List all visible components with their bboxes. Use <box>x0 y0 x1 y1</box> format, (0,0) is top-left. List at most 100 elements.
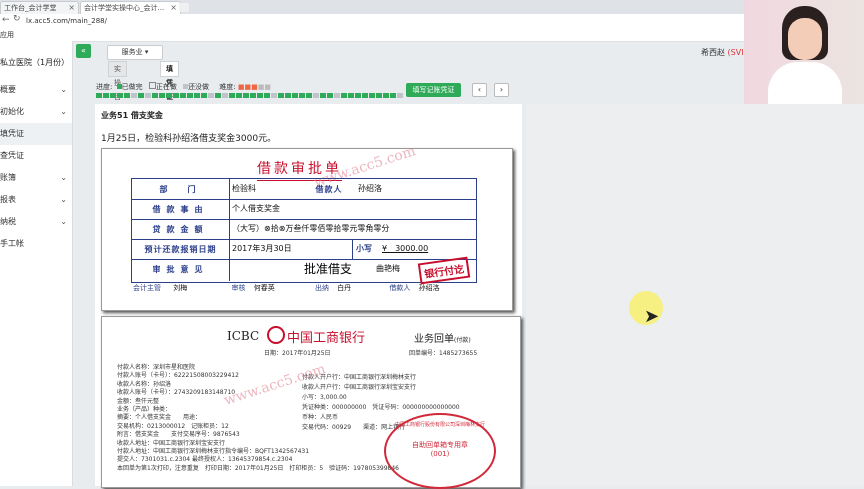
progress-cell[interactable] <box>110 93 116 98</box>
progress-cell[interactable] <box>124 93 130 98</box>
progress-cell[interactable] <box>334 93 340 98</box>
progress-cell[interactable] <box>243 93 249 98</box>
progress-cell[interactable] <box>103 93 109 98</box>
progress-cell[interactable] <box>215 93 221 98</box>
sidebar-item-label: 账簿 <box>0 173 16 182</box>
progress-cell[interactable] <box>201 93 207 98</box>
chevron-down-icon: ⌄ <box>60 173 67 182</box>
receipt-line: 收款人地址：中国工商银行深圳宝安支行 <box>117 439 226 447</box>
progress-cell[interactable] <box>131 93 137 98</box>
progress-cell[interactable] <box>341 93 347 98</box>
progress-cell[interactable] <box>229 93 235 98</box>
progress-cell[interactable] <box>250 93 256 98</box>
chevron-down-icon: ⌄ <box>60 107 67 116</box>
browser-tab-practice[interactable]: 会计学堂实操中心_会计... × <box>80 1 181 15</box>
dept-label: 部 门 <box>159 184 202 194</box>
progress-cell[interactable] <box>222 93 228 98</box>
progress-cell[interactable] <box>96 93 102 98</box>
close-icon[interactable]: × <box>68 2 75 14</box>
progress-cell[interactable] <box>376 93 382 98</box>
progress-cell[interactable] <box>355 93 361 98</box>
progress-cell[interactable] <box>159 93 165 98</box>
progress-cell[interactable] <box>180 93 186 98</box>
back-icon[interactable]: ← <box>2 15 10 25</box>
doing-swatch <box>148 82 156 89</box>
progress-cell[interactable] <box>271 93 277 98</box>
progress-cell[interactable] <box>187 93 193 98</box>
progress-cell[interactable] <box>208 93 214 98</box>
sidebar-item-query-voucher[interactable]: 查凭证 <box>0 145 72 167</box>
progress-cell[interactable] <box>145 93 151 98</box>
progress-cell[interactable] <box>327 93 333 98</box>
url-text[interactable]: lx.acc5.com/main_288/ <box>26 17 107 25</box>
receipt-title-sub: (付款) <box>454 337 471 344</box>
progress-cell[interactable] <box>383 93 389 98</box>
progress-cell[interactable] <box>320 93 326 98</box>
progress-cell[interactable] <box>285 93 291 98</box>
loan-row-date: 预计还款报销日期 2017年3月30日 小写 ¥ 3000.00 <box>132 239 476 260</box>
loan-table: 部 门 检验科 借款人 孙绍洛 借款事由 个人借支奖金 贷款金额 （大写）⊗拾⊗… <box>131 178 477 285</box>
legend-done: 已做完 <box>121 83 143 91</box>
progress-cell[interactable] <box>236 93 242 98</box>
sidebar-item-tax[interactable]: 纳税 ⌄ <box>0 211 72 233</box>
progress-cell[interactable] <box>313 93 319 98</box>
prev-button[interactable]: ‹ <box>472 83 487 97</box>
receipt-right-line: 小写：3,000.00 <box>302 394 347 401</box>
sidebar: 私立医院（1月份） 概要 ⌄ 初始化 ⌄ 填凭证 查凭证 账簿 ⌄ 报表 ⌄ 纳税 ⌄ 手… <box>0 41 73 486</box>
difficulty-label: 难度: <box>219 83 236 91</box>
progress-cell[interactable] <box>292 93 298 98</box>
presenter-webcam <box>744 0 864 104</box>
progress-cell[interactable] <box>348 93 354 98</box>
progress-cell[interactable] <box>299 93 305 98</box>
progress-cell[interactable] <box>152 93 158 98</box>
blank-area <box>526 104 864 486</box>
table-divider <box>352 239 353 259</box>
presenter-coat <box>768 62 842 104</box>
reload-icon[interactable]: ↻ <box>13 14 21 24</box>
tab-catalog-tree[interactable]: 实操目录树 <box>108 61 127 129</box>
dept-value: 检验科 <box>232 184 256 193</box>
seal-text: 中国工商银行股份有限公司深圳梅林支行 <box>394 422 485 428</box>
fill-voucher-button[interactable]: 填写记账凭证 <box>406 83 461 97</box>
receipt-line: 提交人：7301031.c.2304 最终授权人：13645379854.c.2… <box>117 456 293 464</box>
sidebar-item-reports[interactable]: 报表 ⌄ <box>0 189 72 211</box>
review-label: 审核 <box>231 284 246 292</box>
difficulty-stars: ■■■ <box>237 83 258 91</box>
user-name[interactable]: 希西赵 (SVI <box>701 47 744 58</box>
bookmark-apps[interactable]: 应用 <box>0 30 14 40</box>
new-tab-button[interactable] <box>179 3 189 12</box>
progress-cell[interactable] <box>117 93 123 98</box>
next-button[interactable]: › <box>494 83 509 97</box>
receipt-date: 日期：2017年01月25日 <box>264 350 331 357</box>
progress-cell[interactable] <box>166 93 172 98</box>
receipt-title-main: 业务回单 <box>414 334 454 345</box>
progress-cell[interactable] <box>194 93 200 98</box>
progress-cell[interactable] <box>278 93 284 98</box>
difficulty-stars-empty: ■■ <box>257 83 271 91</box>
sidebar-item-label: 纳税 <box>0 217 16 226</box>
opinion-label: 审批意见 <box>152 264 209 274</box>
sidebar-item-init[interactable]: 初始化 ⌄ <box>0 101 72 123</box>
cashier-name: 白丹 <box>337 284 352 292</box>
progress-cell[interactable] <box>264 93 270 98</box>
industry-select[interactable]: 服务业 ▾ <box>107 45 163 60</box>
sidebar-item-manual[interactable]: 手工帐 <box>0 233 72 255</box>
sidebar-item-label: 初始化 <box>0 107 24 116</box>
cashier-label: 出纳 <box>314 284 329 292</box>
tab-fill-voucher[interactable]: 填凭证 <box>160 61 179 101</box>
progress-cell[interactable] <box>306 93 312 98</box>
sidebar-item-ledger[interactable]: 账簿 ⌄ <box>0 167 72 189</box>
sidebar-item-fill-voucher[interactable]: 填凭证 <box>0 123 72 145</box>
sidebar-item-overview[interactable]: 概要 ⌄ <box>0 79 72 101</box>
collapse-sidebar-button[interactable]: « <box>76 44 91 58</box>
browser-tab-workbench[interactable]: 工作台_会计学堂 × <box>0 1 79 15</box>
close-icon[interactable]: × <box>170 2 177 14</box>
progress-cell[interactable] <box>138 93 144 98</box>
progress-cell[interactable] <box>369 93 375 98</box>
progress-cell[interactable] <box>397 93 403 98</box>
bank-name: 中国工商银行 <box>287 331 366 346</box>
progress-cell[interactable] <box>362 93 368 98</box>
progress-cell[interactable] <box>257 93 263 98</box>
progress-cell[interactable] <box>173 93 179 98</box>
progress-cell[interactable] <box>390 93 396 98</box>
